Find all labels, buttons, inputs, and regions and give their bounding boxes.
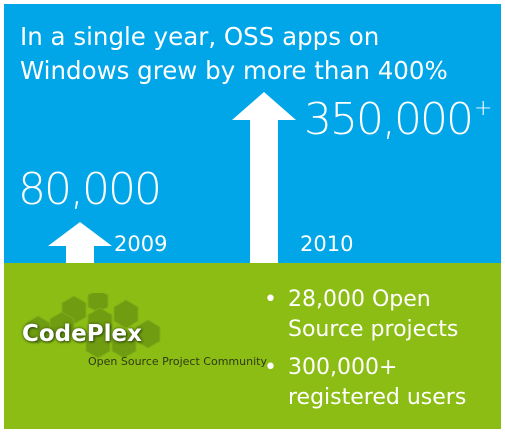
stat-2010-year: 2010	[300, 232, 354, 256]
bullet-text: 300,000+ registered users	[288, 355, 467, 410]
headline: In a single year, OSS apps on Windows gr…	[20, 22, 448, 85]
bullet-dot-icon: •	[264, 355, 277, 380]
bullet-dot-icon: •	[264, 287, 277, 312]
stat-2009-number: 80,000	[18, 164, 162, 215]
list-item: • 300,000+ registered users	[258, 353, 494, 413]
stat-2010-number: 350,000+	[304, 94, 492, 145]
stat-2010-value: 350,000	[304, 94, 474, 145]
bullet-text: 28,000 Open Source projects	[288, 287, 459, 342]
stat-2009-value: 80,000	[18, 164, 162, 215]
codeplex-logo-text: CodePlex	[22, 321, 142, 347]
stat-2009-year: 2009	[114, 232, 168, 256]
codeplex-stats-list: • 28,000 Open Source projects • 300,000+…	[258, 285, 494, 421]
up-arrow-icon	[48, 222, 112, 263]
codeplex-tagline: Open Source Project Community	[88, 355, 267, 368]
up-arrow-icon	[232, 92, 296, 263]
list-item: • 28,000 Open Source projects	[258, 285, 494, 345]
growth-panel: In a single year, OSS apps on Windows gr…	[4, 4, 501, 263]
codeplex-panel: CodePlex Open Source Project Community •…	[4, 263, 501, 429]
stat-2010-suffix: +	[473, 96, 492, 121]
